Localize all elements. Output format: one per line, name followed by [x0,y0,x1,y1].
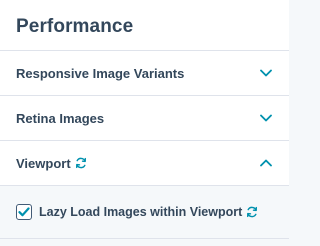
lazy-load-checkbox[interactable] [16,204,32,220]
refresh-icon [75,157,86,169]
accordion-label: Responsive Image Variants [16,65,185,81]
chevron-up-icon [260,159,272,167]
checkmark-icon [18,207,30,217]
accordion-label: Retina Images [16,110,105,126]
panel-header: Performance [0,0,289,51]
accordion-label: Viewport [16,155,71,171]
chevron-down-icon [260,114,272,122]
accordion-viewport[interactable]: Viewport [0,141,289,186]
accordion-responsive-image-variants[interactable]: Responsive Image Variants [0,51,289,96]
lazy-load-label[interactable]: Lazy Load Images within Viewport [39,205,242,219]
chevron-down-icon [260,69,272,77]
panel-footer-space [0,239,289,246]
viewport-section-content: Lazy Load Images within Viewport [0,186,289,239]
accordion-retina-images[interactable]: Retina Images [0,96,289,141]
panel-title: Performance [16,16,134,37]
refresh-icon [247,206,258,218]
performance-panel: Performance Responsive Image Variants Re… [0,0,289,246]
